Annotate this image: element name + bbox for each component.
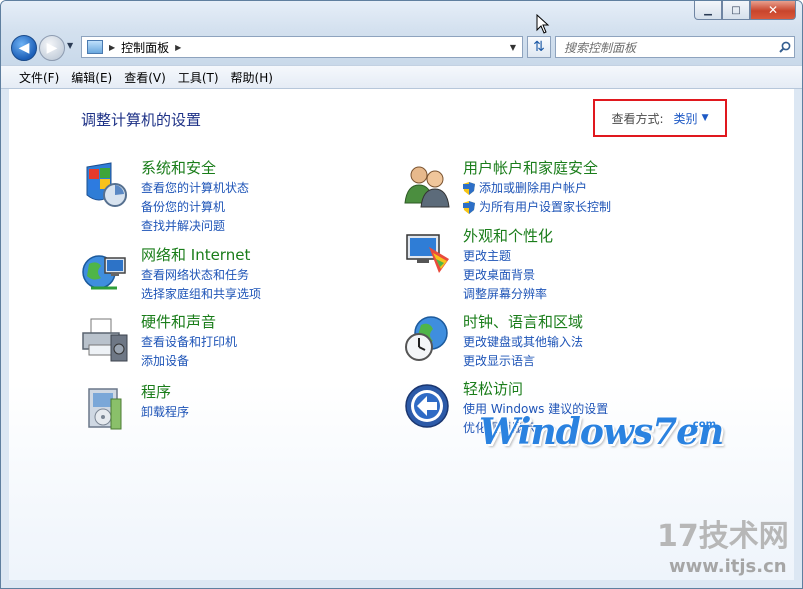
link-troubleshoot[interactable]: 查找并解决问题 xyxy=(141,217,249,236)
close-button[interactable]: ✕ xyxy=(750,1,796,20)
search-box[interactable]: 搜索控制面板 xyxy=(555,36,795,58)
link-homegroup-sharing[interactable]: 选择家庭组和共享选项 xyxy=(141,285,261,304)
programs-icon[interactable] xyxy=(81,385,129,433)
category-links: 卸载程序 xyxy=(141,403,189,422)
users-icon[interactable] xyxy=(403,161,451,209)
breadcrumb-control-panel[interactable]: 控制面板 xyxy=(121,39,169,56)
link-uninstall-program[interactable]: 卸载程序 xyxy=(141,403,189,422)
breadcrumb-separator-icon[interactable]: ▶ xyxy=(109,43,115,52)
ease-of-access-icon[interactable] xyxy=(403,382,451,430)
refresh-icon: ⇅ xyxy=(533,39,545,55)
category-links: 查看网络状态和任务 选择家庭组和共享选项 xyxy=(141,266,261,304)
link-label[interactable]: 为所有用户设置家长控制 xyxy=(479,198,611,217)
view-by-selector: 查看方式: 类别 ▼ xyxy=(593,99,727,137)
content-area: 调整计算机的设置 查看方式: 类别 ▼ 系统和安全 查看您的计算机状态 备份您的… xyxy=(9,89,794,580)
menu-file[interactable]: 文件(F) xyxy=(13,69,65,86)
link-keyboard-input[interactable]: 更改键盘或其他输入法 xyxy=(463,333,583,352)
system-security-icon[interactable] xyxy=(81,161,129,209)
control-panel-icon xyxy=(87,40,103,54)
category-title[interactable]: 时钟、语言和区域 xyxy=(463,311,583,332)
category-links: 查看设备和打印机 添加设备 xyxy=(141,333,237,371)
maximize-button[interactable]: □ xyxy=(722,1,750,20)
category-title[interactable]: 系统和安全 xyxy=(141,157,216,178)
refresh-button[interactable]: ⇅ xyxy=(527,36,551,58)
watermark-com: .com xyxy=(689,419,717,430)
link-screen-resolution[interactable]: 调整屏幕分辨率 xyxy=(463,285,547,304)
address-bar[interactable]: ▶ 控制面板 ▶ ▼ xyxy=(81,36,523,58)
link-change-theme[interactable]: 更改主题 xyxy=(463,247,547,266)
link-add-remove-accounts[interactable]: 添加或删除用户帐户 xyxy=(463,179,611,198)
menu-tools[interactable]: 工具(T) xyxy=(172,69,225,86)
link-view-computer-status[interactable]: 查看您的计算机状态 xyxy=(141,179,249,198)
link-label[interactable]: 添加或删除用户帐户 xyxy=(479,179,587,198)
category-links: 添加或删除用户帐户 为所有用户设置家长控制 xyxy=(463,179,611,217)
link-devices-printers[interactable]: 查看设备和打印机 xyxy=(141,333,237,352)
category-title[interactable]: 用户帐户和家庭安全 xyxy=(463,157,598,178)
link-display-language[interactable]: 更改显示语言 xyxy=(463,352,583,371)
link-network-status[interactable]: 查看网络状态和任务 xyxy=(141,266,261,285)
printer-icon[interactable] xyxy=(81,315,129,363)
category-title[interactable]: 轻松访问 xyxy=(463,378,523,399)
uac-shield-icon xyxy=(463,182,475,195)
title-bar: ▁ □ ✕ ◀ ▶ ▼ ▶ 控制面板 ▶ ▼ ⇅ 搜索控制面板 xyxy=(1,1,802,65)
category-links: 更改主题 更改桌面背景 调整屏幕分辨率 xyxy=(463,247,547,304)
search-input[interactable]: 搜索控制面板 xyxy=(556,39,776,56)
link-add-device[interactable]: 添加设备 xyxy=(141,352,237,371)
address-dropdown-icon[interactable]: ▼ xyxy=(504,37,522,57)
watermark-url: www.itjs.cn xyxy=(669,556,787,577)
link-backup-computer[interactable]: 备份您的计算机 xyxy=(141,198,249,217)
category-title[interactable]: 网络和 Internet xyxy=(141,244,250,265)
menu-edit[interactable]: 编辑(E) xyxy=(65,69,118,86)
category-title[interactable]: 硬件和声音 xyxy=(141,311,216,332)
mouse-cursor-icon xyxy=(536,14,550,34)
network-icon[interactable] xyxy=(81,248,129,296)
link-desktop-background[interactable]: 更改桌面背景 xyxy=(463,266,547,285)
category-links: 更改键盘或其他输入法 更改显示语言 xyxy=(463,333,583,371)
view-by-label: 查看方式: xyxy=(611,111,664,126)
category-title[interactable]: 外观和个性化 xyxy=(463,225,553,246)
page-title: 调整计算机的设置 xyxy=(81,111,202,129)
back-button[interactable]: ◀ xyxy=(11,35,37,61)
watermark-windows7en: Windows7en xyxy=(479,411,724,453)
control-panel-window: ▁ □ ✕ ◀ ▶ ▼ ▶ 控制面板 ▶ ▼ ⇅ 搜索控制面板 文件(F) 编辑… xyxy=(0,0,803,589)
menu-help[interactable]: 帮助(H) xyxy=(225,69,279,86)
search-icon[interactable] xyxy=(776,41,794,53)
category-links: 查看您的计算机状态 备份您的计算机 查找并解决问题 xyxy=(141,179,249,236)
menu-bar: 文件(F) 编辑(E) 查看(V) 工具(T) 帮助(H) xyxy=(1,65,802,89)
navigation-bar: ◀ ▶ ▼ ▶ 控制面板 ▶ ▼ ⇅ 搜索控制面板 xyxy=(9,33,795,61)
appearance-icon[interactable] xyxy=(403,229,451,277)
view-by-dropdown[interactable]: 类别 xyxy=(674,110,698,127)
uac-shield-icon xyxy=(463,201,475,214)
category-title[interactable]: 程序 xyxy=(141,381,171,402)
chevron-down-icon[interactable]: ▼ xyxy=(702,113,709,123)
clock-globe-icon[interactable] xyxy=(403,315,451,363)
link-parental-controls[interactable]: 为所有用户设置家长控制 xyxy=(463,198,611,217)
forward-button[interactable]: ▶ xyxy=(39,35,65,61)
menu-view[interactable]: 查看(V) xyxy=(118,69,172,86)
caption-buttons: ▁ □ ✕ xyxy=(694,1,796,20)
breadcrumb-separator-icon[interactable]: ▶ xyxy=(175,43,181,52)
minimize-button[interactable]: ▁ xyxy=(694,1,722,20)
recent-pages-dropdown-icon[interactable]: ▼ xyxy=(67,41,73,50)
watermark-site: 17技术网 xyxy=(657,519,789,554)
